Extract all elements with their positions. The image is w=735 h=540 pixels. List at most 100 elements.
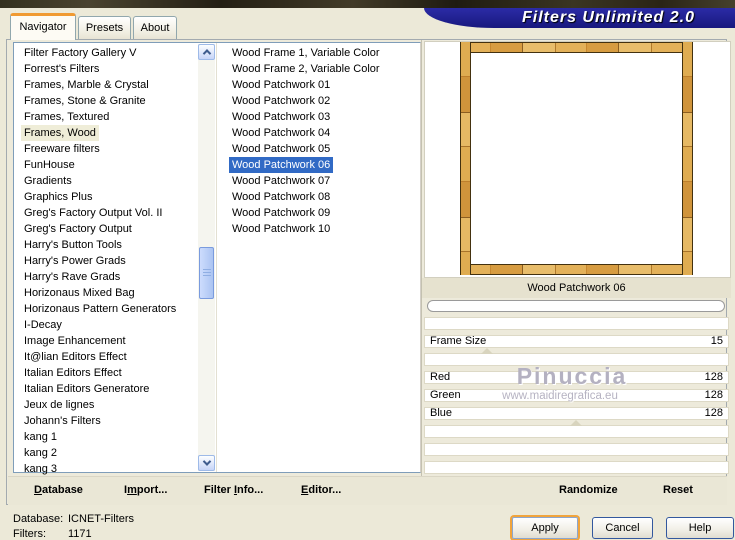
filter-list-item[interactable]: Wood Patchwork 03 bbox=[229, 109, 333, 125]
frame-edge-top bbox=[460, 42, 693, 53]
slider-value: 128 bbox=[704, 407, 723, 419]
slider-row-blue[interactable]: Blue 128 bbox=[424, 407, 729, 420]
editor-rest: ditor... bbox=[308, 484, 342, 496]
category-list-item[interactable]: Horizonaus Pattern Generators bbox=[21, 301, 179, 317]
filter-list-item[interactable]: Wood Patchwork 01 bbox=[229, 77, 333, 93]
reset-button[interactable]: Reset bbox=[663, 484, 693, 496]
command-strip: Database Import... Filter Info... Editor… bbox=[8, 476, 727, 505]
tab-navigator[interactable]: Navigator bbox=[10, 13, 76, 40]
category-list-item[interactable]: kang 3 bbox=[21, 461, 60, 477]
blue-slider-thumb-icon[interactable] bbox=[570, 420, 582, 426]
filter-list: Wood Frame 1, Variable Color Wood Frame 2… bbox=[220, 45, 418, 237]
category-list-item[interactable]: Freeware filters bbox=[21, 141, 103, 157]
import-accel: m bbox=[127, 484, 137, 496]
preview-caption: Wood Patchwork 06 bbox=[422, 278, 731, 298]
import-button[interactable]: Import... bbox=[124, 484, 167, 496]
filter-list-item[interactable]: Wood Patchwork 07 bbox=[229, 173, 333, 189]
frame-size-slider-thumb-icon[interactable] bbox=[481, 348, 493, 354]
progress-bar bbox=[427, 300, 725, 312]
category-list-item[interactable]: Frames, Textured bbox=[21, 109, 112, 125]
randomize-button[interactable]: Randomize bbox=[559, 484, 618, 496]
filter-list-item[interactable]: Wood Patchwork 09 bbox=[229, 205, 333, 221]
slider-row-empty[interactable] bbox=[424, 317, 729, 330]
filters-unlimited-dialog: { "banner": { "title": "Filters Unlimite… bbox=[0, 0, 735, 540]
chevron-down-icon bbox=[202, 457, 211, 466]
title-banner: Filters Unlimited 2.0 bbox=[424, 8, 735, 28]
category-list-item[interactable]: Jeux de lignes bbox=[21, 397, 97, 413]
category-list-item[interactable]: Greg's Factory Output Vol. II bbox=[21, 205, 165, 221]
category-list-item[interactable]: Frames, Wood bbox=[21, 125, 99, 141]
navigator-tab-page: Filter Factory Gallery V Forrest's Filter… bbox=[6, 39, 731, 505]
editor-button[interactable]: Editor... bbox=[301, 484, 341, 496]
chevron-up-icon bbox=[202, 49, 211, 58]
host-app-background-strip bbox=[0, 0, 735, 8]
watermark-name: Pinuccia bbox=[516, 363, 628, 389]
filter-list-item[interactable]: Wood Patchwork 06 bbox=[229, 157, 334, 173]
category-list-item[interactable]: Harry's Power Grads bbox=[21, 253, 129, 269]
category-list-item[interactable]: Horizonaus Mixed Bag bbox=[21, 285, 138, 301]
category-list-item[interactable]: Harry's Button Tools bbox=[21, 237, 125, 253]
filter-list-item[interactable]: Wood Frame 1, Variable Color bbox=[229, 45, 383, 61]
slider-row-empty[interactable] bbox=[424, 443, 729, 456]
scroll-up-button[interactable] bbox=[198, 44, 215, 60]
filters-label: Filters: bbox=[13, 528, 46, 540]
database-accel: D bbox=[34, 484, 42, 496]
status-database: Database: ICNET-Filters bbox=[13, 513, 134, 525]
preview-canvas bbox=[424, 41, 731, 278]
category-list-item[interactable]: Graphics Plus bbox=[21, 189, 95, 205]
slider-row-empty[interactable] bbox=[424, 461, 729, 474]
slider-label: Blue bbox=[430, 407, 453, 419]
apply-button[interactable]: Apply bbox=[512, 517, 578, 539]
category-list-item[interactable]: I-Decay bbox=[21, 317, 65, 333]
category-list-item[interactable]: Gradients bbox=[21, 173, 75, 189]
panel-divider bbox=[421, 40, 422, 476]
slider-value: 128 bbox=[704, 389, 723, 401]
filter-list-item[interactable]: Wood Patchwork 04 bbox=[229, 125, 333, 141]
filter-list-item[interactable]: Wood Patchwork 02 bbox=[229, 93, 333, 109]
filter-info-button[interactable]: Filter Info... bbox=[204, 484, 263, 496]
slider-row-frame-size[interactable]: Frame Size 15 bbox=[424, 335, 729, 348]
slider-label: Frame Size bbox=[430, 335, 487, 347]
frame-edge-left bbox=[460, 42, 471, 275]
cancel-button[interactable]: Cancel bbox=[592, 517, 653, 539]
list-divider bbox=[216, 43, 217, 472]
slider-value: 15 bbox=[710, 335, 723, 347]
slider-row-empty[interactable] bbox=[424, 425, 729, 438]
category-list-item[interactable]: Johann's Filters bbox=[21, 413, 104, 429]
category-list-item[interactable]: Forrest's Filters bbox=[21, 61, 102, 77]
filter-list-item[interactable]: Wood Patchwork 05 bbox=[229, 141, 333, 157]
tab-presets[interactable]: Presets bbox=[78, 16, 131, 40]
status-filters: Filters: 1171 bbox=[13, 528, 92, 540]
frame-edge-bottom bbox=[460, 264, 693, 275]
preview-caption-text: Wood Patchwork 06 bbox=[527, 282, 626, 294]
category-list-item[interactable]: Frames, Marble & Crystal bbox=[21, 77, 152, 93]
scrollbar-thumb[interactable] bbox=[199, 247, 214, 299]
category-list-item[interactable]: FunHouse bbox=[21, 157, 78, 173]
help-button[interactable]: Help bbox=[666, 517, 734, 539]
tab-about[interactable]: About bbox=[133, 16, 177, 40]
category-list-item[interactable]: kang 2 bbox=[21, 445, 60, 461]
category-list-item[interactable]: It@lian Editors Effect bbox=[21, 349, 130, 365]
database-button[interactable]: Database bbox=[34, 484, 83, 496]
category-list-item[interactable]: Image Enhancement bbox=[21, 333, 129, 349]
category-list-item[interactable]: Italian Editors Generatore bbox=[21, 381, 152, 397]
import-rest: port... bbox=[136, 484, 168, 496]
slider-label: Green bbox=[430, 389, 461, 401]
slider-label: Red bbox=[430, 371, 451, 383]
filter-list-item[interactable]: Wood Frame 2, Variable Color bbox=[229, 61, 383, 77]
watermark-url: www.maidiregrafica.eu bbox=[502, 390, 618, 402]
category-list-item[interactable]: kang 1 bbox=[21, 429, 60, 445]
category-list-item[interactable]: Harry's Rave Grads bbox=[21, 269, 123, 285]
database-value: ICNET-Filters bbox=[68, 513, 134, 525]
wood-frame-preview-image bbox=[460, 42, 693, 275]
filter-list-item[interactable]: Wood Patchwork 10 bbox=[229, 221, 333, 237]
category-list-item[interactable]: Frames, Stone & Granite bbox=[21, 93, 149, 109]
category-scrollbar[interactable] bbox=[198, 44, 215, 471]
category-list-item[interactable]: Italian Editors Effect bbox=[21, 365, 125, 381]
scroll-down-button[interactable] bbox=[198, 455, 215, 471]
filter-list-item[interactable]: Wood Patchwork 08 bbox=[229, 189, 333, 205]
filters-value: 1171 bbox=[68, 528, 92, 540]
category-list-item[interactable]: Filter Factory Gallery V bbox=[21, 45, 139, 61]
filter-lists-box: Filter Factory Gallery V Forrest's Filter… bbox=[13, 42, 421, 475]
category-list-item[interactable]: Greg's Factory Output bbox=[21, 221, 135, 237]
